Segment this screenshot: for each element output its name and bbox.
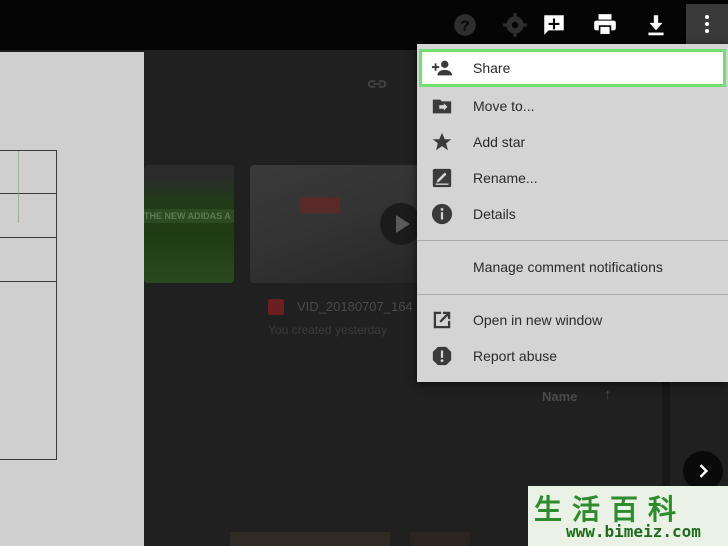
folder-move-icon <box>431 95 453 117</box>
watermark: 生活百科 www.bimeiz.com <box>528 486 728 546</box>
menu-item-rename[interactable]: Rename... <box>417 160 728 196</box>
report-icon <box>431 345 453 367</box>
help-icon[interactable]: ? <box>452 12 478 38</box>
menu-item-open-in-new-window[interactable]: Open in new window <box>417 302 728 338</box>
file-thumbnail-soccer[interactable]: THE NEW ADIDAS A <box>144 165 234 283</box>
download-icon[interactable] <box>643 12 669 38</box>
svg-text:?: ? <box>460 17 469 34</box>
menu-item-share[interactable]: Share <box>417 50 728 86</box>
thumbnail-sign <box>300 197 340 213</box>
star-icon <box>431 131 453 153</box>
menu-item-move-to[interactable]: Move to... <box>417 88 728 124</box>
context-menu: Share Move to... Add star Rename... Deta… <box>417 44 728 382</box>
menu-item-label: Rename... <box>473 170 538 186</box>
file-name[interactable]: VID_20180707_164 <box>297 299 413 314</box>
menu-item-label: Add star <box>473 134 526 150</box>
menu-item-manage-comment-notifications[interactable]: Manage comment notifications <box>417 249 728 285</box>
menu-divider <box>417 294 728 295</box>
add-comment-icon[interactable] <box>541 12 567 38</box>
menu-divider <box>417 240 728 241</box>
file-thumbnail-video[interactable] <box>250 165 420 283</box>
sort-arrow-icon[interactable]: ↑ <box>604 386 612 403</box>
chevron-right-icon <box>699 464 709 478</box>
more-options-button[interactable] <box>686 4 728 44</box>
menu-item-label: Open in new window <box>473 312 603 328</box>
document-table <box>0 150 57 460</box>
thumbnail-banner: THE NEW ADIDAS A <box>144 209 234 223</box>
person-add-icon <box>431 57 453 79</box>
menu-item-label: Share <box>473 60 511 76</box>
file-meta: You created yesterday <box>268 323 387 337</box>
menu-item-details[interactable]: Details <box>417 196 728 232</box>
file-thumbnail-bottom[interactable] <box>410 532 470 546</box>
video-file-icon <box>268 299 284 315</box>
print-icon[interactable] <box>592 12 618 38</box>
column-header-name[interactable]: Name <box>542 389 577 404</box>
info-icon <box>431 203 453 225</box>
top-toolbar: ? <box>0 0 728 50</box>
menu-item-add-star[interactable]: Add star <box>417 124 728 160</box>
file-thumbnail-bottom[interactable] <box>230 532 390 546</box>
play-icon[interactable] <box>380 203 420 245</box>
settings-icon[interactable] <box>502 12 528 38</box>
menu-item-label: Details <box>473 206 516 222</box>
menu-item-label: Move to... <box>473 98 535 114</box>
edit-icon <box>431 167 453 189</box>
watermark-url: www.bimeiz.com <box>566 522 701 541</box>
more-vert-icon <box>705 15 709 33</box>
menu-item-label: Manage comment notifications <box>473 259 663 275</box>
menu-item-label: Report abuse <box>473 348 558 364</box>
next-button[interactable] <box>683 451 723 491</box>
menu-item-report-abuse[interactable]: Report abuse <box>417 338 728 374</box>
open-in-new-icon <box>431 309 453 331</box>
link-icon[interactable] <box>366 76 388 92</box>
